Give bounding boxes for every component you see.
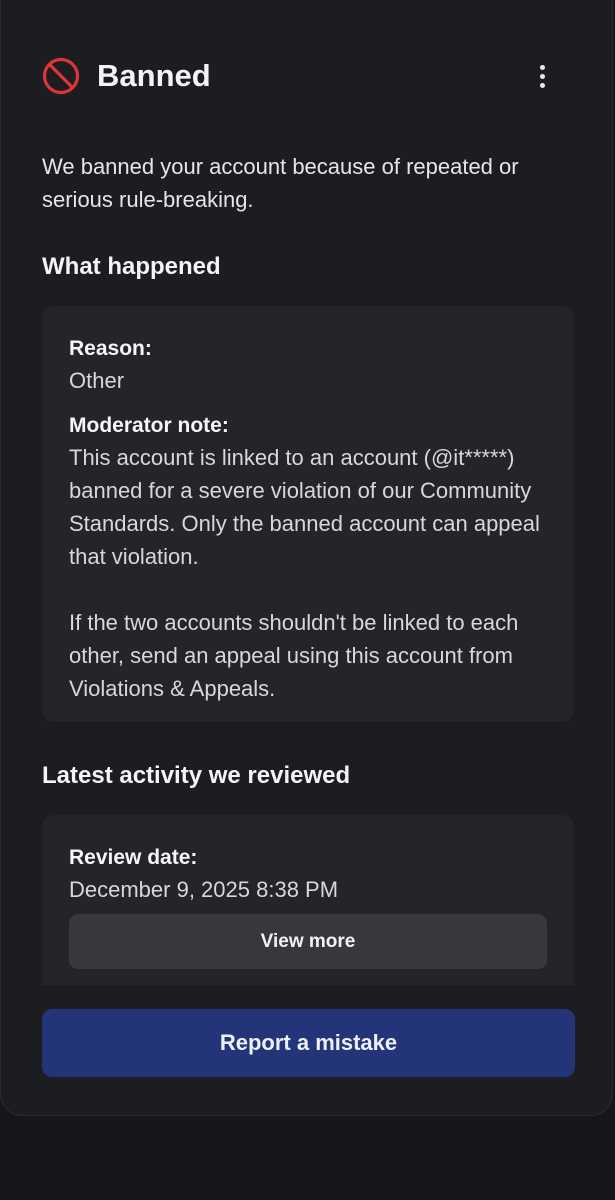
- latest-activity-heading: Latest activity we reviewed: [42, 762, 351, 789]
- report-mistake-button[interactable]: Report a mistake: [42, 1009, 575, 1077]
- moderator-note-label: Moderator note:: [69, 414, 229, 437]
- page-title: Banned: [97, 58, 211, 93]
- header: Banned: [41, 54, 571, 98]
- menu-dot: [539, 82, 545, 88]
- menu-dot: [539, 73, 545, 79]
- view-more-button[interactable]: View more: [69, 914, 547, 969]
- review-date-label: Review date:: [69, 846, 198, 869]
- more-vertical-icon[interactable]: [527, 58, 557, 94]
- ban-notice-sheet: Banned We banned your account because of…: [0, 0, 613, 1116]
- moderator-note-block: Moderator note: This account is linked t…: [69, 411, 547, 705]
- reason-block: Reason: Other: [69, 334, 547, 397]
- reason-label: Reason:: [69, 337, 152, 360]
- reason-value: Other: [69, 368, 125, 393]
- menu-dot: [539, 64, 545, 70]
- ban-icon: [42, 57, 80, 95]
- moderator-note-paragraph: This account is linked to an account (@i…: [69, 445, 540, 569]
- footer-backdrop: [1, 985, 612, 1010]
- moderator-note-paragraph: If the two accounts shouldn't be linked …: [69, 610, 519, 701]
- review-date-value: December 9, 2025 8:38 PM: [69, 877, 339, 902]
- intro-text: We banned your account because of repeat…: [42, 154, 519, 212]
- what-happened-heading: What happened: [42, 253, 221, 280]
- what-happened-card: Reason: Other Moderator note: This accou…: [42, 306, 574, 722]
